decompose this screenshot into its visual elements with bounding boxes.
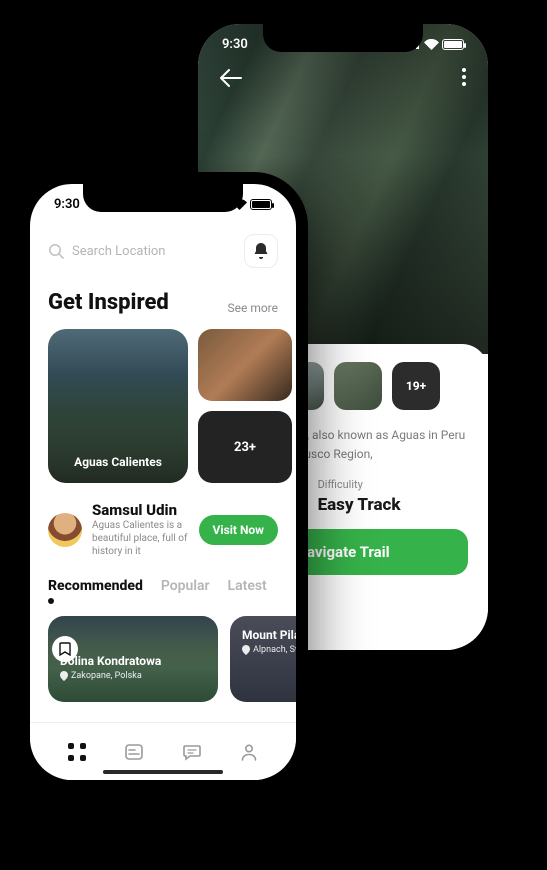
more-button[interactable] (462, 68, 466, 86)
tab-recommended[interactable]: Recommended (48, 578, 143, 594)
see-more-link[interactable]: See more (227, 301, 278, 315)
battery-icon (250, 199, 272, 210)
nav-explore[interactable] (123, 741, 145, 763)
tab-popular[interactable]: Popular (161, 578, 210, 594)
inspire-card-2[interactable] (198, 329, 292, 401)
recommended-card-1[interactable]: Dolina Kondratowa Zakopane, Polska (48, 616, 218, 702)
search-placeholder: Search Location (72, 244, 165, 259)
card-title: Mount Pilatu (242, 628, 296, 642)
stat-difficulty-value: Easy Track (318, 495, 401, 515)
search-input[interactable]: Search Location (48, 243, 234, 259)
card-location-text: Alpnach, Switz (253, 645, 296, 655)
profile-description: Aguas Calientes is a beautiful place, fu… (92, 519, 189, 558)
notifications-button[interactable] (244, 234, 278, 268)
nav-profile[interactable] (238, 741, 260, 763)
phone-home: 9:30 Search Location Get Inspi (18, 172, 308, 792)
pin-icon (60, 671, 68, 681)
tabs: Recommended Popular Latest (48, 578, 278, 594)
grid-icon (68, 743, 86, 761)
inspire-card-main[interactable]: Aguas Calientes (48, 329, 188, 483)
card-location: Alpnach, Switz (242, 645, 296, 655)
status-time: 9:30 (222, 37, 248, 52)
avatar[interactable] (48, 513, 82, 547)
tab-latest[interactable]: Latest (228, 578, 267, 594)
battery-icon (442, 39, 464, 50)
thumbnail-more[interactable]: 19+ (392, 362, 440, 410)
visit-button[interactable]: Visit Now (199, 515, 278, 545)
inspire-card-main-caption: Aguas Calientes (48, 455, 188, 469)
chat-icon (182, 742, 202, 762)
wifi-icon (424, 39, 438, 49)
thumbnail-3[interactable] (334, 362, 382, 410)
map-icon (124, 742, 144, 762)
card-location-text: Zakopane, Polska (71, 671, 142, 681)
notch (83, 184, 243, 212)
search-icon (48, 243, 64, 259)
recommended-row: Dolina Kondratowa Zakopane, Polska Mount… (48, 616, 278, 702)
profile-name: Samsul Udin (92, 501, 189, 519)
home-indicator (103, 770, 223, 774)
stat-difficulty-label: Difficulity (318, 478, 401, 491)
nav-home[interactable] (66, 741, 88, 763)
inspire-card-more[interactable]: 23+ (198, 411, 292, 483)
status-time: 9:30 (54, 197, 80, 212)
recommended-card-2[interactable]: Mount Pilatu Alpnach, Switz (230, 616, 296, 702)
nav-messages[interactable] (181, 741, 203, 763)
card-title: Dolina Kondratowa (60, 654, 206, 668)
notch (263, 24, 423, 52)
bell-icon (253, 242, 269, 260)
card-location: Zakopane, Polska (60, 671, 206, 681)
stat-difficulty: Difficulity Easy Track (318, 478, 401, 515)
pin-icon (242, 645, 250, 655)
profile-row: Samsul Udin Aguas Calientes is a beautif… (48, 501, 278, 558)
back-button[interactable] (220, 68, 242, 92)
user-icon (239, 742, 259, 762)
inspire-grid: Aguas Calientes 23+ (48, 329, 278, 483)
phone-home-screen: 9:30 Search Location Get Inspi (30, 184, 296, 780)
page-title: Get Inspired (48, 290, 169, 315)
